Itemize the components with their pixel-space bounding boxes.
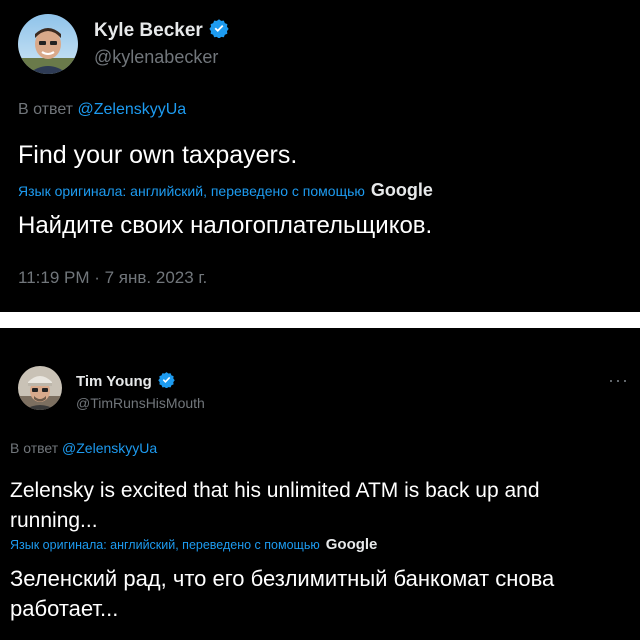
author-name[interactable]: Kyle Becker — [94, 20, 203, 42]
tweet-timestamp[interactable]: 11:19 PM · 7 янв. 2023 г. — [18, 268, 207, 288]
reply-context: В ответ @ZelenskyyUa — [18, 101, 186, 119]
more-options-icon[interactable]: ··· — [608, 370, 629, 391]
tweet-card: Tim Young @TimRunsHisMouth ··· В ответ @… — [0, 328, 640, 640]
translation-note-text: Язык оригинала: английский, переведено с… — [10, 538, 320, 552]
tweet-text: Find your own taxpayers. — [18, 141, 298, 169]
google-translate-link[interactable]: Google — [371, 180, 433, 201]
reply-mention-link[interactable]: @ZelenskyyUa — [77, 101, 186, 118]
translated-text: Найдите своих налогоплательщиков. — [18, 212, 433, 239]
reply-prefix: В ответ — [10, 440, 59, 456]
verified-badge-icon — [209, 18, 229, 44]
google-translate-link[interactable]: Google — [326, 536, 378, 553]
reply-prefix: В ответ — [18, 101, 74, 118]
translation-note-text: Язык оригинала: английский, переведено с… — [18, 183, 365, 199]
verified-badge-icon — [158, 371, 175, 392]
translated-text: Зеленский рад, что его безлимитный банко… — [10, 566, 555, 621]
author-name-row[interactable]: Kyle Becker — [94, 18, 229, 44]
screenshot-divider — [0, 312, 640, 328]
translation-note: Язык оригинала: английский, переведено с… — [10, 536, 377, 553]
reply-mention-link[interactable]: @ZelenskyyUa — [62, 440, 157, 456]
author-handle[interactable]: @kylenabecker — [94, 47, 218, 68]
translation-note: Язык оригинала: английский, переведено с… — [18, 180, 433, 201]
avatar-photo-icon — [18, 14, 78, 74]
avatar-photo-icon — [18, 366, 62, 410]
author-handle[interactable]: @TimRunsHisMouth — [76, 395, 205, 411]
author-name[interactable]: Tim Young — [76, 373, 152, 390]
tweet-text: Zelensky is excited that his unlimited A… — [10, 479, 540, 532]
reply-context: В ответ @ZelenskyyUa — [10, 440, 157, 456]
user-avatar[interactable] — [18, 14, 78, 74]
author-name-row[interactable]: Tim Young — [76, 371, 175, 392]
tweet-card: Kyle Becker @kylenabecker В ответ @Zelen… — [0, 0, 640, 312]
user-avatar[interactable] — [18, 366, 62, 410]
